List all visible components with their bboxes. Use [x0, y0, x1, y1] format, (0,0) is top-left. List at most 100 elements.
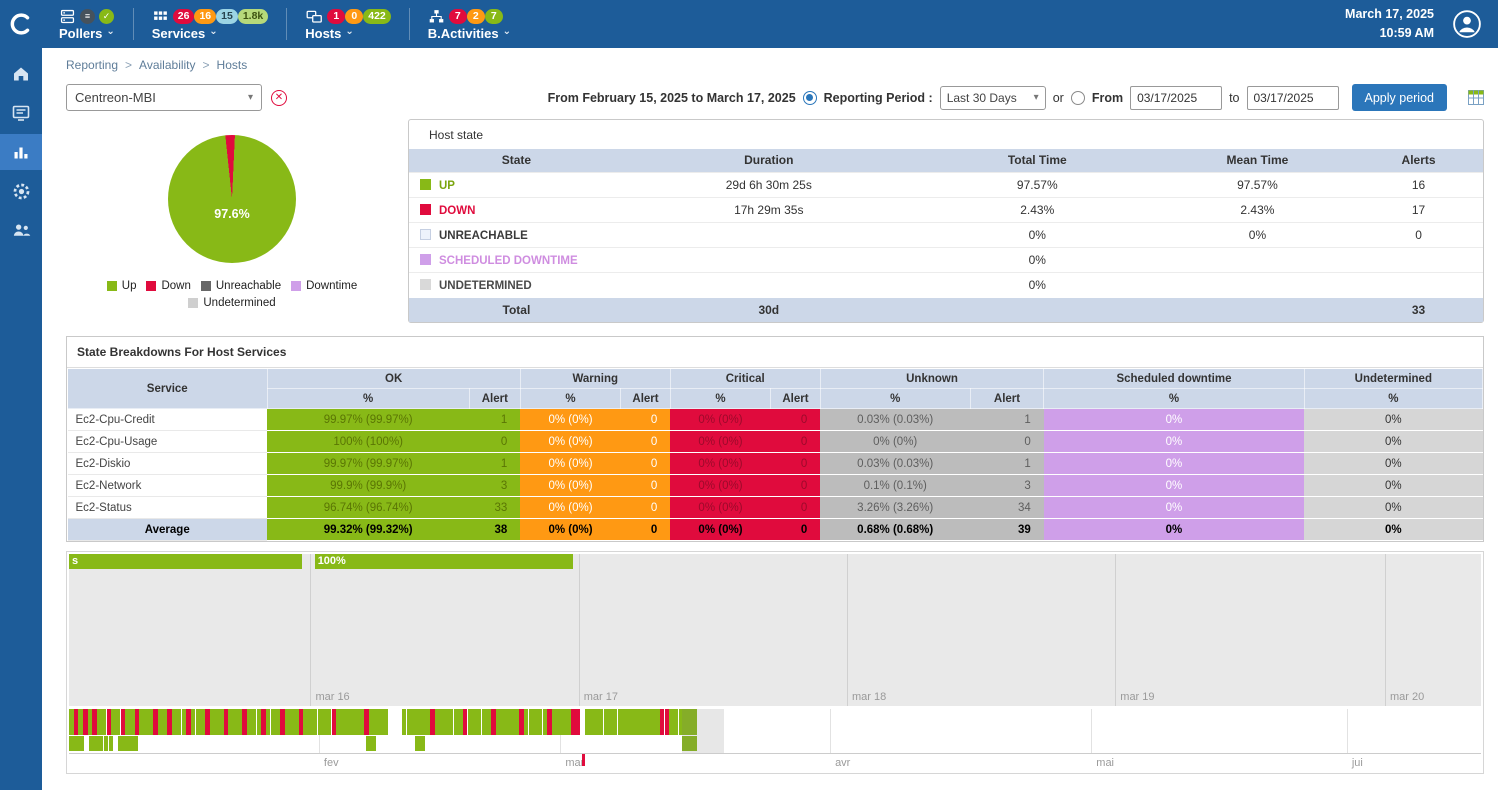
breakdown-row: Ec2-Diskio99.97% (99.97%)10% (0%)00% (0%…: [68, 453, 1483, 475]
breakdown-sub-header-row: % Alert % Alert % Alert % Alert % %: [68, 389, 1483, 409]
breakdown-row: Ec2-Cpu-Credit99.97% (99.97%)10% (0%)00%…: [68, 409, 1483, 431]
to-date-input[interactable]: [1247, 86, 1339, 110]
selector-handle-zone[interactable]: [682, 709, 724, 753]
state-color-square: [420, 179, 431, 190]
sidebar: [0, 48, 42, 790]
from-date-input[interactable]: [1130, 86, 1222, 110]
legend-label: Unreachable: [216, 280, 281, 292]
unknown-pct-cell: 0.03% (0.03%): [820, 453, 970, 475]
host-state-header-row: State Duration Total Time Mean Time Aler…: [409, 149, 1483, 172]
sub-header-pct: %: [520, 389, 620, 409]
unknown-alert-cell: 1: [970, 409, 1044, 431]
mean-time-cell: [1161, 272, 1354, 297]
business-activities-icon: [428, 8, 445, 25]
user-profile-button[interactable]: [1452, 9, 1482, 39]
mean-time-cell: 97.57%: [1161, 172, 1354, 197]
column-header-ok: OK: [267, 369, 520, 389]
availability-pie-panel: 97.6% UpDownUnreachableDowntimeUndetermi…: [66, 119, 398, 309]
legend-color-swatch: [107, 281, 117, 291]
duration-cell: 17h 29m 35s: [624, 197, 914, 222]
timeline-tick-label: mar 16: [315, 691, 349, 703]
unknown-alert-cell: 1: [970, 453, 1044, 475]
timeline-main-chart[interactable]: mar 16mar 17mar 18mar 19mar 20s100%: [69, 554, 1481, 706]
sidebar-item-monitoring[interactable]: [0, 95, 42, 131]
period-select-value: Last 30 Days: [947, 91, 1017, 105]
legend-item: Downtime: [291, 280, 357, 292]
state-label: UNREACHABLE: [439, 230, 528, 242]
total-time-cell: 0%: [914, 247, 1161, 272]
menu-hosts-label: Hosts: [305, 26, 341, 41]
chevron-down-icon: ▾: [1034, 92, 1039, 103]
menu-pollers[interactable]: ≡ ✓ Pollers ⌄: [54, 5, 120, 43]
critical-alert-cell: 0: [771, 519, 821, 541]
counter-badge: 1.8k: [238, 9, 268, 24]
menu-bactivities[interactable]: 727 B.Activities ⌄: [423, 5, 516, 43]
bactivities-badges: 727: [449, 8, 503, 24]
centreon-logo[interactable]: [0, 11, 42, 37]
timeline-gridline: [1115, 554, 1116, 706]
sidebar-item-reporting[interactable]: [0, 134, 42, 170]
scheduled-downtime-cell: 0%: [1044, 475, 1304, 497]
breadcrumb-link-reporting[interactable]: Reporting: [66, 58, 118, 72]
sidebar-item-configuration[interactable]: [0, 173, 42, 209]
host-select-value: Centreon-MBI: [75, 90, 156, 105]
unknown-alert-cell: 3: [970, 475, 1044, 497]
breadcrumb-link-availability[interactable]: Availability: [139, 58, 195, 72]
menu-services[interactable]: 2616151.8k Services ⌄: [147, 5, 274, 43]
breadcrumb-link-hosts[interactable]: Hosts: [217, 58, 248, 72]
unknown-pct-cell: 0.03% (0.03%): [820, 409, 970, 431]
alerts-cell: 0: [1354, 222, 1483, 247]
critical-pct-cell: 0% (0%): [670, 431, 770, 453]
undetermined-cell: 0%: [1304, 453, 1482, 475]
selector-month-label: fev: [324, 757, 339, 769]
service-name-cell: Ec2-Diskio: [68, 453, 268, 475]
top-nav: ≡ ✓ Pollers ⌄ 2616151.8k Services ⌄: [54, 0, 516, 48]
selector-bar: [575, 709, 580, 735]
mean-time-cell: [1161, 247, 1354, 272]
reporting-period-radio[interactable]: [803, 91, 817, 105]
ok-alert-cell: 0: [469, 431, 520, 453]
export-csv-icon[interactable]: [1468, 90, 1484, 105]
ok-pct-cell: 99.97% (99.97%): [267, 409, 469, 431]
selector-bar: [420, 736, 425, 751]
critical-alert-cell: 0: [771, 453, 821, 475]
period-select[interactable]: Last 30 Days ▾: [940, 86, 1046, 110]
state-cell: UP: [409, 172, 624, 197]
chevron-down-icon: ⌄: [209, 26, 217, 37]
pie-legend: UpDownUnreachableDowntimeUndetermined: [82, 280, 382, 309]
apply-period-button[interactable]: Apply period: [1352, 84, 1448, 111]
counter-badge: 16: [194, 9, 216, 24]
unknown-alert-cell: 34: [970, 497, 1044, 519]
sidebar-item-administration[interactable]: [0, 212, 42, 248]
breadcrumb: Reporting>Availability>Hosts: [42, 48, 1498, 76]
column-header-unknown: Unknown: [820, 369, 1044, 389]
menu-hosts[interactable]: 10422 Hosts ⌄: [300, 5, 396, 43]
unknown-pct-cell: 3.26% (3.26%): [820, 497, 970, 519]
availability-segment: s: [69, 554, 302, 569]
host-state-row: UNDETERMINED0%: [409, 272, 1483, 297]
alerts-cell: [1354, 272, 1483, 297]
duration-cell: [624, 222, 914, 247]
unknown-alert-cell: 39: [970, 519, 1044, 541]
ok-pct-cell: 96.74% (96.74%): [267, 497, 469, 519]
period-range-text: From February 15, 2025 to March 17, 2025: [548, 91, 796, 105]
critical-pct-cell: 0% (0%): [670, 475, 770, 497]
timeline-range-selector[interactable]: [69, 709, 1481, 753]
sub-header-pct: %: [1044, 389, 1304, 409]
selector-gridline: [830, 709, 831, 753]
legend-color-swatch: [201, 281, 211, 291]
people-icon: [11, 220, 32, 240]
clear-selection-icon[interactable]: ✕: [271, 90, 287, 106]
breakdown-table: Service OK Warning Critical Unknown Sche…: [67, 368, 1483, 541]
ok-alert-cell: 3: [469, 475, 520, 497]
menu-bactivities-label: B.Activities: [428, 26, 499, 41]
undetermined-cell: 0%: [1304, 409, 1482, 431]
custom-period-radio[interactable]: [1071, 91, 1085, 105]
sidebar-item-home[interactable]: [0, 56, 42, 92]
legend-label: Undetermined: [203, 297, 275, 309]
duration-cell: [624, 272, 914, 297]
host-select[interactable]: Centreon-MBI ▾: [66, 84, 262, 111]
clock-date: March 17, 2025: [1345, 5, 1434, 24]
critical-pct-cell: 0% (0%): [670, 409, 770, 431]
chevron-down-icon: ⌄: [503, 26, 511, 37]
